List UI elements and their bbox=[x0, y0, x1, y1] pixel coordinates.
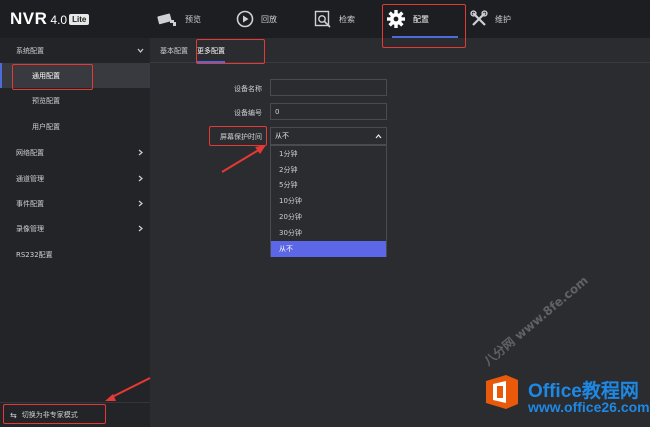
sidebar-item-user-config[interactable]: 用户配置 bbox=[0, 114, 150, 139]
chevron-right-icon bbox=[138, 225, 143, 232]
sidebar-item-channel-management[interactable]: 通道管理 bbox=[0, 166, 150, 191]
sidebar-item-event-config[interactable]: 事件配置 bbox=[0, 191, 150, 216]
dropdown-option[interactable]: 30分钟 bbox=[271, 225, 386, 241]
nav-label-playback: 回放 bbox=[261, 14, 277, 24]
sidebar-item-label: 系统配置 bbox=[16, 46, 44, 55]
highlight-box-config-nav bbox=[382, 4, 466, 48]
sidebar-item-label: 网络配置 bbox=[16, 148, 44, 157]
office-logo-icon bbox=[486, 375, 518, 409]
app-logo: NVR 4.0 Lite bbox=[10, 9, 90, 29]
sidebar-item-rs232-config[interactable]: RS232配置 bbox=[0, 242, 150, 267]
device-number-label: 设备编号 bbox=[234, 109, 262, 117]
sidebar-item-recording-management[interactable]: 录像管理 bbox=[0, 216, 150, 241]
tab-basic-config[interactable]: 基本配置 bbox=[160, 38, 188, 63]
chevron-right-icon bbox=[138, 175, 143, 182]
tools-icon bbox=[470, 10, 488, 28]
dropdown-option-selected[interactable]: 从不 bbox=[271, 240, 386, 257]
playback-icon bbox=[236, 10, 254, 28]
nav-label-search: 检索 bbox=[339, 14, 355, 24]
watermark-office-url: www.office26.com bbox=[528, 399, 650, 415]
chevron-right-icon bbox=[138, 149, 143, 156]
highlight-box-screensaver-label bbox=[209, 126, 267, 146]
device-number-input[interactable] bbox=[270, 103, 387, 120]
sidebar-item-label: 通道管理 bbox=[16, 174, 44, 183]
highlight-box-more-config-tab bbox=[196, 39, 265, 64]
sidebar-item-label: 预览配置 bbox=[32, 96, 60, 105]
app-edition-badge: Lite bbox=[69, 14, 90, 25]
screensaver-time-select[interactable]: 从不 bbox=[270, 127, 387, 145]
nav-item-playback[interactable]: 回放 bbox=[236, 0, 277, 38]
device-name-input[interactable] bbox=[270, 79, 387, 96]
highlight-box-switch-mode bbox=[3, 404, 106, 424]
watermark-8fe: 八分网 www.8fe.com bbox=[481, 273, 591, 369]
sidebar-item-label: 用户配置 bbox=[32, 122, 60, 131]
tab-label: 基本配置 bbox=[160, 46, 188, 55]
chevron-up-icon bbox=[375, 134, 382, 139]
select-value: 从不 bbox=[275, 132, 289, 140]
camera-icon bbox=[156, 11, 178, 27]
screensaver-time-dropdown: 1分钟 2分钟 5分钟 10分钟 20分钟 30分钟 从不 bbox=[270, 145, 387, 257]
nav-item-maintenance[interactable]: 维护 bbox=[470, 0, 511, 38]
sidebar-item-network-config[interactable]: 网络配置 bbox=[0, 140, 150, 165]
dropdown-option[interactable]: 1分钟 bbox=[271, 146, 386, 162]
sidebar-item-label: 事件配置 bbox=[16, 199, 44, 208]
dropdown-option[interactable]: 10分钟 bbox=[271, 193, 386, 209]
nav-label-preview: 预览 bbox=[185, 14, 201, 24]
dropdown-option[interactable]: 20分钟 bbox=[271, 209, 386, 225]
search-icon bbox=[314, 10, 332, 28]
dropdown-option[interactable]: 5分钟 bbox=[271, 178, 386, 194]
nav-item-preview[interactable]: 预览 bbox=[156, 0, 201, 38]
nav-label-maintenance: 维护 bbox=[495, 14, 511, 24]
active-indicator bbox=[0, 63, 2, 88]
nav-item-search[interactable]: 检索 bbox=[314, 0, 355, 38]
sidebar-item-label: 录像管理 bbox=[16, 224, 44, 233]
app-version: 4.0 bbox=[50, 13, 68, 27]
app-brand: NVR bbox=[10, 9, 48, 28]
sidebar-item-preview-config[interactable]: 预览配置 bbox=[0, 88, 150, 113]
highlight-box-general-config bbox=[12, 64, 93, 90]
sidebar-item-label: RS232配置 bbox=[16, 250, 53, 259]
dropdown-option[interactable]: 2分钟 bbox=[271, 162, 386, 178]
sidebar: 系统配置 通用配置 预览配置 用户配置 网络配置 通道管理 事件配置 录像管理 … bbox=[0, 38, 150, 427]
chevron-right-icon bbox=[138, 200, 143, 207]
arrow-to-screensaver-label bbox=[221, 145, 266, 173]
device-name-label: 设备名称 bbox=[234, 85, 262, 93]
top-bar: NVR 4.0 Lite 预览 回放 检索 配置 维护 bbox=[0, 0, 650, 38]
sidebar-item-system-config[interactable]: 系统配置 bbox=[0, 38, 150, 63]
chevron-down-icon bbox=[137, 48, 144, 53]
